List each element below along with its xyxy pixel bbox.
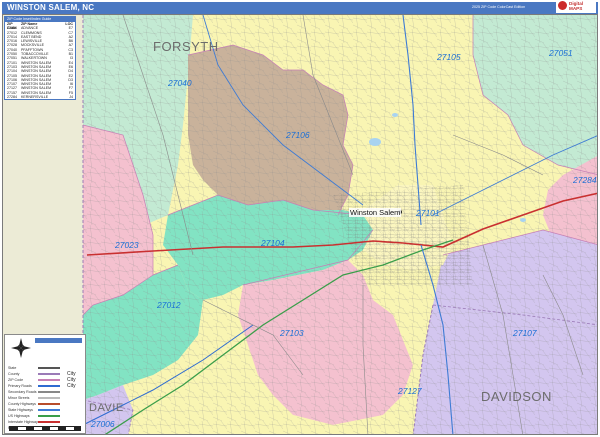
logo-line-2: MAPS: [569, 6, 583, 11]
legend-label: County: [8, 372, 20, 376]
zip-label-27012: 27012: [157, 300, 181, 310]
legend-label: ZIP Code: [8, 378, 24, 382]
street-network: [83, 15, 597, 434]
zip-code-map: [3, 15, 597, 434]
map-canvas[interactable]: FORSYTH DAVIDSON DAVIE 27105 27051 27040…: [2, 14, 598, 435]
lake-1: [369, 138, 381, 146]
legend-city-samples: City City City: [67, 371, 76, 389]
legend-label: Primary Roads: [8, 384, 32, 388]
legend-label: State Highways: [8, 408, 33, 412]
legend-label: US Highways: [8, 414, 30, 418]
zip-index-table: ZIP Code Inset/Index Guide ZIP Code ZIP …: [4, 16, 76, 101]
globe-icon: [558, 1, 567, 10]
zip-label-27106: 27106: [286, 130, 310, 140]
legend-swatch: [38, 391, 60, 393]
zip-label-27023: 27023: [115, 240, 139, 250]
map-frame: WINSTON SALEM, NC 2025 ZIP Code ColorCas…: [0, 0, 600, 437]
legend-swatch: [38, 403, 60, 405]
legend-swatch: [38, 409, 60, 411]
county-label-davie: DAVIE: [89, 402, 124, 414]
legend-swatch: [38, 385, 60, 387]
zip-label-27105: 27105: [437, 52, 461, 62]
legend-label: State: [8, 366, 17, 370]
legend-swatch: [38, 415, 60, 417]
zip-label-27104: 27104: [261, 238, 285, 248]
map-legend: State County ZIP Code Primary Roads Secondar…: [4, 334, 86, 434]
legend-label: County Highways: [8, 402, 36, 406]
city-label-winston-salem: Winston Salem: [349, 208, 402, 217]
lake-3: [520, 218, 526, 222]
zip-label-27127: 27127: [398, 386, 422, 396]
zip-label-27101: 27101: [416, 208, 440, 218]
zip-table-body: 27006 ADVANCE E7 27012 CLEMMONS C7 27014 EAST B…: [5, 26, 75, 99]
legend-swatch: [38, 397, 60, 399]
publisher-logo: Digital MAPS: [556, 0, 596, 13]
lake-2: [392, 113, 398, 117]
legend-label: Minor Streets: [8, 396, 30, 400]
legend-header: [35, 338, 82, 343]
county-label-davidson: DAVIDSON: [481, 389, 552, 404]
zip-label-27107: 27107: [513, 328, 537, 338]
zip-table-row: 27284 KERNERSVILLE J4: [7, 95, 73, 100]
compass-icon: [11, 338, 31, 358]
legend-label: Interstate Highways: [8, 420, 38, 424]
legend-swatch: [38, 367, 60, 369]
zip-label-27103: 27103: [280, 328, 304, 338]
map-edition: 2025 ZIP Code ColorCast Edition: [472, 5, 526, 9]
title-bar: WINSTON SALEM, NC 2025 ZIP Code ColorCas…: [2, 2, 598, 14]
zip-label-27284: 27284: [573, 175, 597, 185]
map-title: WINSTON SALEM, NC: [7, 3, 95, 12]
zip-label-27040: 27040: [168, 78, 192, 88]
legend-swatch: [38, 421, 60, 423]
zip-label-27051: 27051: [549, 48, 573, 58]
county-label-forsyth: FORSYTH: [153, 39, 219, 54]
legend-swatch: [38, 379, 60, 381]
scale-bar: [9, 426, 81, 431]
legend-swatch: [38, 373, 60, 375]
legend-label: Secondary Roads: [8, 390, 37, 394]
zip-label-27006: 27006: [91, 419, 115, 429]
